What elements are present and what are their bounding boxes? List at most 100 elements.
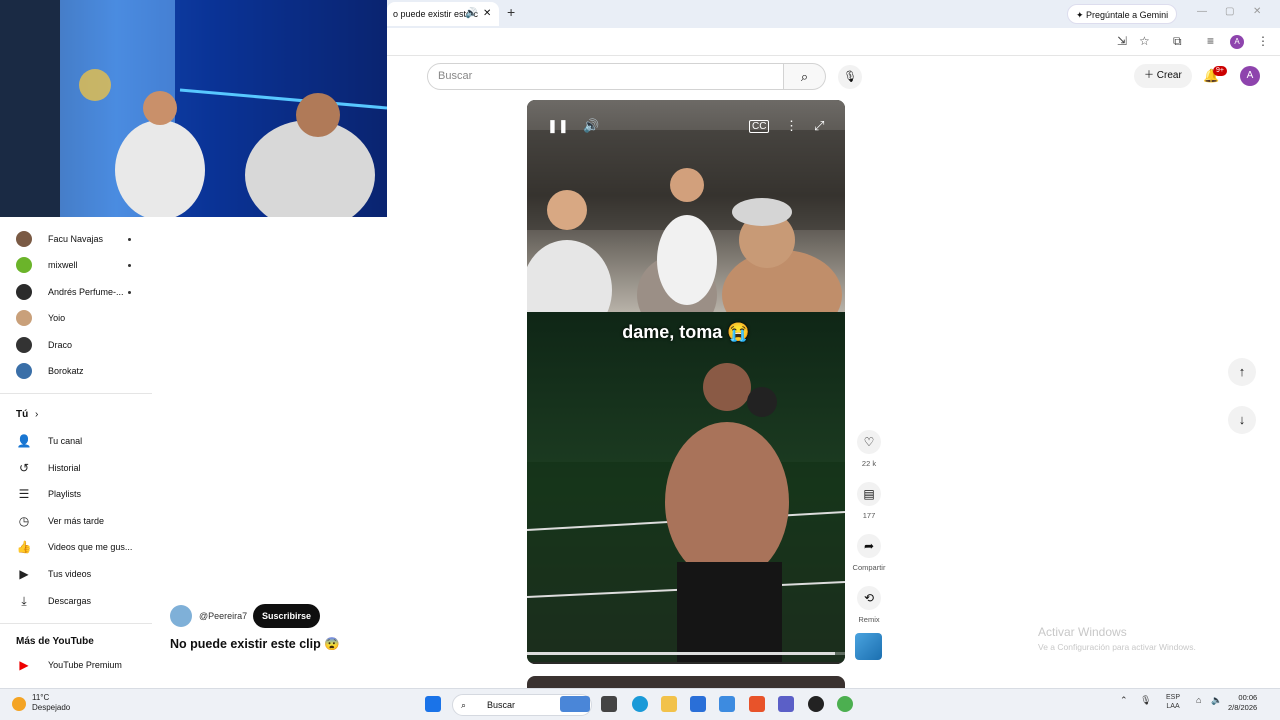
search-button[interactable]: ⌕ xyxy=(784,63,826,90)
file-explorer-icon[interactable] xyxy=(661,696,677,712)
video-progress-bar[interactable] xyxy=(527,652,845,655)
search-highlight-icon[interactable] xyxy=(560,696,590,712)
mic-tray-icon[interactable]: 🎙 xyxy=(1140,695,1151,705)
fullscreen-icon[interactable]: ⤢ xyxy=(814,118,824,134)
app-icon[interactable] xyxy=(808,696,824,712)
channel-handle[interactable]: @Peereira7 xyxy=(199,611,247,621)
browser-tab[interactable]: o puede existir este c 🔊 ✕ xyxy=(387,2,499,26)
chevron-up-icon[interactable]: ⌃ xyxy=(1120,695,1128,705)
previous-video-button[interactable]: ↑ xyxy=(1228,358,1256,386)
chrome-icon[interactable] xyxy=(837,696,853,712)
new-tab-button[interactable]: + xyxy=(507,4,515,20)
sidebar-item-tu-canal[interactable]: 👤 Tu canal xyxy=(16,430,146,452)
subscription-item[interactable]: Andrés Perfume-... xyxy=(16,281,146,303)
channel-avatar[interactable] xyxy=(170,605,192,627)
weather-moon-icon[interactable] xyxy=(12,697,26,711)
task-view-icon[interactable] xyxy=(601,696,617,712)
share-button[interactable]: ➦ Compartir xyxy=(851,534,887,572)
sidebar-item-historial[interactable]: ↺ Historial xyxy=(16,457,146,479)
windows-start-icon[interactable] xyxy=(425,696,441,712)
flag-left xyxy=(0,0,60,217)
activation-watermark-subtitle: Ve a Configuración para activar Windows. xyxy=(1038,642,1196,652)
language-indicator[interactable]: ESP LAA xyxy=(1166,693,1180,711)
more-options-icon[interactable]: ⋮ xyxy=(785,118,798,134)
video-title: No puede existir este clip 😨 xyxy=(170,637,340,651)
taskbar-search-placeholder: Buscar xyxy=(487,700,516,710)
sidebar-item-liked-videos[interactable]: 👍 Videos que me gus... xyxy=(16,536,146,558)
volume-tray-icon[interactable]: 🔈 xyxy=(1211,695,1222,706)
teams-icon[interactable] xyxy=(778,696,794,712)
network-icon[interactable]: ⌂ xyxy=(1196,695,1201,705)
you-section-header[interactable]: Tú › xyxy=(16,409,38,420)
volume-icon[interactable]: 🔊 xyxy=(583,118,599,134)
shorts-video-player[interactable]: dame, toma 😭 ❚❚ 🔊 CC ⋮ ⤢ xyxy=(527,100,845,664)
subscription-item[interactable]: mixwell xyxy=(16,254,146,276)
weather-widget[interactable]: 11°C Despejado xyxy=(32,693,70,713)
channel-avatar xyxy=(16,284,32,300)
channel-avatar xyxy=(16,231,32,247)
search-icon: ⌕ xyxy=(461,700,467,710)
mic-icon: 🎙 xyxy=(843,71,857,83)
arrow-up-icon: ↑ xyxy=(1238,364,1246,379)
next-video-button[interactable]: ↓ xyxy=(1228,406,1256,434)
sidebar-item-label: Tu canal xyxy=(48,436,83,446)
person-icon: 👤 xyxy=(16,434,32,448)
like-button[interactable]: ♡ 22 k xyxy=(851,430,887,468)
channel-avatar xyxy=(16,337,32,353)
glove xyxy=(747,387,777,417)
maximize-icon[interactable]: ▢ xyxy=(1225,6,1234,17)
captions-icon[interactable]: CC xyxy=(749,120,770,133)
remix-button[interactable]: ⟲ Remix xyxy=(851,586,887,624)
gemini-button[interactable]: ✦ Pregúntale a Gemini xyxy=(1067,4,1178,24)
gemini-label: Pregúntale a Gemini xyxy=(1086,10,1169,20)
person-head xyxy=(547,190,587,230)
sidebar: Facu Navajas mixwell Andrés Perfume-... … xyxy=(0,217,152,685)
bookmark-star-icon[interactable]: ☆ xyxy=(1139,34,1150,48)
extensions-icon[interactable]: ⧉ xyxy=(1173,34,1182,49)
brave-icon[interactable] xyxy=(749,696,765,712)
subscription-item[interactable]: Yoio xyxy=(16,307,146,329)
sidebar-item-ver-mas-tarde[interactable]: ◷ Ver más tarde xyxy=(16,510,146,532)
close-tab-icon[interactable]: ✕ xyxy=(483,2,491,26)
create-label: Crear xyxy=(1156,70,1182,81)
audio-remix-thumbnail[interactable] xyxy=(855,633,882,660)
next-video-preview[interactable] xyxy=(527,676,845,688)
close-window-icon[interactable]: ✕ xyxy=(1253,6,1261,17)
install-icon[interactable]: ⇲ xyxy=(1117,34,1127,48)
menu-dots-icon[interactable]: ⋮ xyxy=(1257,34,1269,48)
heart-icon: ♡ xyxy=(857,430,881,454)
media-control-icon[interactable]: ≡ xyxy=(1207,34,1214,48)
account-avatar[interactable]: A xyxy=(1240,66,1260,86)
audio-icon[interactable]: 🔊 xyxy=(465,2,477,26)
create-button[interactable]: ＋ Crear xyxy=(1134,64,1192,88)
profile-avatar[interactable]: A xyxy=(1230,35,1244,49)
sidebar-item-youtube-premium[interactable]: ▶ YouTube Premium xyxy=(16,654,146,676)
subscribe-button[interactable]: Suscribirse xyxy=(253,604,321,628)
search-input[interactable]: Buscar xyxy=(427,63,784,90)
person-head xyxy=(670,168,704,202)
person xyxy=(527,240,612,340)
pause-icon[interactable]: ❚❚ xyxy=(547,118,569,134)
subscription-item[interactable]: Draco xyxy=(16,334,146,356)
arrow-down-icon: ↓ xyxy=(1238,412,1246,427)
edge-icon[interactable] xyxy=(632,696,648,712)
subscription-item[interactable]: Borokatz xyxy=(16,360,146,382)
share-label: Compartir xyxy=(852,563,886,572)
sidebar-item-descargas[interactable]: ⤓ Descargas xyxy=(16,590,146,612)
minimize-icon[interactable]: — xyxy=(1197,6,1207,17)
language-code: ESP xyxy=(1166,694,1181,701)
mail-icon[interactable] xyxy=(719,696,735,712)
taskbar-clock[interactable]: 00:06 2/8/2026 xyxy=(1228,693,1257,713)
activation-watermark-title: Activar Windows xyxy=(1038,625,1127,639)
sidebar-item-tus-videos[interactable]: ▶ Tus videos xyxy=(16,563,146,585)
youtube-icon: ▶ xyxy=(19,658,29,672)
subscription-item[interactable]: Facu Navajas xyxy=(16,228,146,250)
sidebar-item-playlists[interactable]: ☰ Playlists xyxy=(16,483,146,505)
weather-condition: Despejado xyxy=(32,703,71,712)
comments-button[interactable]: ▤ 177 xyxy=(851,482,887,520)
voice-search-button[interactable]: 🎙 xyxy=(838,65,862,89)
store-icon[interactable] xyxy=(690,696,706,712)
browser-toolbar: ⇲ ☆ ⧉ ≡ A ⋮ xyxy=(387,28,1280,56)
video-icon: ▶ xyxy=(19,567,29,581)
boxer xyxy=(665,422,789,582)
